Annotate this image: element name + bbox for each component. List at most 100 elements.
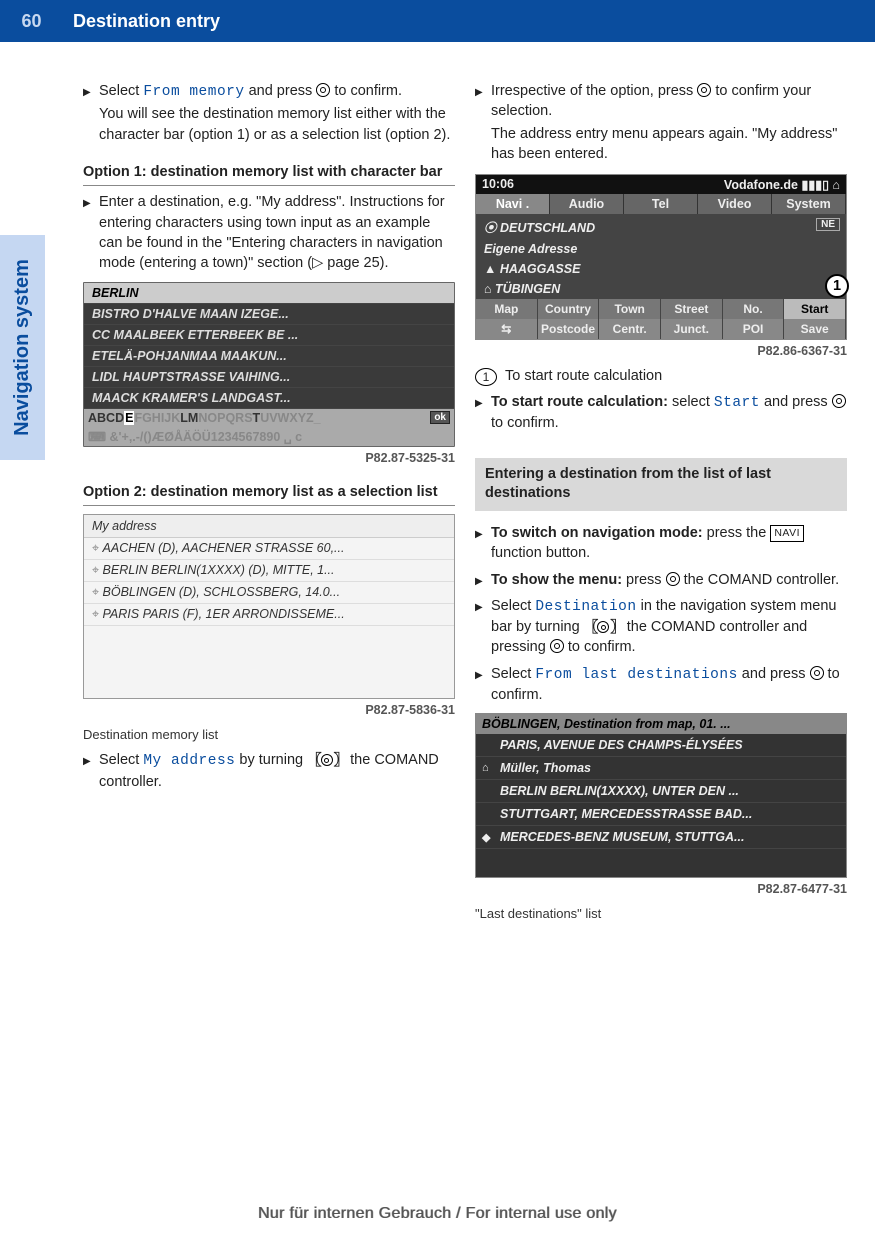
screenshot-address-entry-wrap: 10:06 Vodafone.de ▮▮▮▯ ⌂ Navi . Audio Te… bbox=[475, 174, 847, 340]
step: Select From last destinations and press … bbox=[475, 664, 847, 706]
content-columns: Select From memory and press to confirm.… bbox=[83, 76, 850, 929]
text: select bbox=[668, 394, 714, 410]
right-column: Irrespective of the option, press to con… bbox=[475, 76, 847, 929]
legend-number: 1 bbox=[475, 368, 497, 386]
list-header: My address bbox=[84, 515, 454, 538]
bot-btn: No. bbox=[723, 299, 785, 319]
tab: Navi . bbox=[476, 194, 550, 214]
bot-btn: Save bbox=[784, 319, 846, 339]
subheading-option2: Option 2: destination memory list as a s… bbox=[83, 483, 455, 507]
list-item: BERLIN BERLIN(1XXXX) (D), MITTE, 1... bbox=[84, 560, 454, 582]
left-column: Select From memory and press to confirm.… bbox=[83, 76, 455, 929]
text: Select bbox=[99, 752, 143, 768]
tab: System bbox=[772, 194, 846, 214]
bot-btn: Town bbox=[599, 299, 661, 319]
page-header: 60 Destination entry bbox=[0, 0, 875, 42]
character-bar-2: ⌨ &'+,.-/()ÆØÅÄÖÜ1234567890 ␣ c bbox=[84, 427, 454, 446]
press-icon bbox=[697, 83, 711, 97]
step-bold: To switch on navigation mode: bbox=[491, 525, 703, 541]
step: To show the menu: press the COMAND contr… bbox=[475, 570, 847, 590]
text: Irrespective of the option, press bbox=[491, 83, 697, 99]
step-arrow-icon bbox=[475, 523, 491, 564]
image-id: P82.87-6477-31 bbox=[475, 882, 847, 896]
bot-btn: Street bbox=[661, 299, 723, 319]
row-text: Müller, Thomas bbox=[500, 761, 591, 775]
step: Irrespective of the option, press to con… bbox=[475, 81, 847, 164]
row-text: PARIS, AVENUE DES CHAMPS-ÉLYSÉES bbox=[500, 738, 743, 752]
image-id: P82.87-5325-31 bbox=[83, 451, 455, 465]
step-body: Irrespective of the option, press to con… bbox=[491, 81, 847, 164]
image-id: P82.86-6367-31 bbox=[475, 344, 847, 358]
text: the COMAND controller. bbox=[680, 572, 840, 588]
addr-row: Eigene Adresse bbox=[476, 239, 846, 259]
list-header: BÖBLINGEN, Destination from map, 01. ... bbox=[476, 714, 846, 734]
cb-seg: FGHIJK bbox=[134, 411, 180, 425]
cb-seg: NOPQRS bbox=[198, 411, 252, 425]
step-body: To show the menu: press the COMAND contr… bbox=[491, 570, 847, 590]
list-item: ◆MERCEDES-BENZ MUSEUM, STUTTGA... bbox=[476, 826, 846, 849]
step-arrow-icon bbox=[83, 81, 99, 145]
list-item: PARIS, AVENUE DES CHAMPS-ÉLYSÉES bbox=[476, 734, 846, 757]
tab: Audio bbox=[550, 194, 624, 214]
step: Select My address by turning 〖〗 the COMA… bbox=[83, 750, 455, 792]
watermark: Nur für internen Gebrauch / For internal… bbox=[0, 1205, 875, 1223]
list-item: MAACK KRAMER'S LANDGAST... bbox=[84, 388, 454, 409]
step-arrow-icon bbox=[475, 81, 491, 164]
addr-row: ⦿ DEUTSCHLAND bbox=[476, 214, 846, 239]
callout-marker: 1 bbox=[825, 274, 849, 298]
press-icon bbox=[666, 572, 680, 586]
step-explain: The address entry menu appears again. "M… bbox=[491, 124, 847, 165]
ok-button: ok bbox=[430, 411, 450, 424]
press-icon bbox=[550, 639, 564, 653]
poi-icon: ◆ bbox=[482, 831, 490, 844]
list-item: PARIS PARIS (F), 1ER ARRONDISSEME... bbox=[84, 604, 454, 626]
press-icon bbox=[810, 666, 824, 680]
image-id: P82.87-5836-31 bbox=[83, 703, 455, 717]
bot-btn: Map bbox=[476, 299, 538, 319]
step-body: To start route calculation: select Start… bbox=[491, 392, 847, 434]
figure-caption: Destination memory list bbox=[83, 727, 455, 742]
page-number: 60 bbox=[0, 11, 63, 32]
screenshot-address-entry: 10:06 Vodafone.de ▮▮▮▯ ⌂ Navi . Audio Te… bbox=[475, 174, 847, 340]
figure-caption: "Last destinations" list bbox=[475, 906, 847, 921]
navi-button-icon: NAVI bbox=[770, 525, 804, 542]
press-icon bbox=[316, 83, 330, 97]
step: Select Destination in the navigation sys… bbox=[475, 596, 847, 658]
tab: Video bbox=[698, 194, 772, 214]
cb-seg: LM bbox=[180, 411, 198, 425]
menu-item-mono: My address bbox=[143, 753, 235, 769]
step: To switch on navigation mode: press the … bbox=[475, 523, 847, 564]
bot-btn: POI bbox=[723, 319, 785, 339]
text: to confirm. bbox=[564, 639, 636, 655]
step-body: To switch on navigation mode: press the … bbox=[491, 523, 847, 564]
text: and press bbox=[245, 83, 317, 99]
step: Select From memory and press to confirm.… bbox=[83, 81, 455, 145]
list-item: ⌂Müller, Thomas bbox=[476, 757, 846, 780]
menu-item-mono: Destination bbox=[535, 599, 636, 615]
text: function button. bbox=[491, 545, 590, 561]
step: Enter a destination, e.g. "My address". … bbox=[83, 192, 455, 273]
status-time: 10:06 bbox=[482, 177, 514, 192]
text: and press bbox=[760, 394, 832, 410]
status-signal: Vodafone.de ▮▮▮▯ ⌂ bbox=[724, 177, 840, 192]
step-arrow-icon bbox=[475, 664, 491, 706]
step-body: Select Destination in the navigation sys… bbox=[491, 596, 847, 658]
list-header: BERLIN bbox=[84, 283, 454, 304]
step-arrow-icon bbox=[83, 192, 99, 273]
addr-row: ⌂ TÜBINGEN bbox=[476, 279, 846, 299]
step-explain: You will see the destination memory list… bbox=[99, 104, 455, 145]
top-tabs: Navi . Audio Tel Video System bbox=[476, 194, 846, 214]
list-item: BERLIN BERLIN(1XXXX), UNTER DEN ... bbox=[476, 780, 846, 803]
step-arrow-icon bbox=[475, 392, 491, 434]
screenshot-last-dest: BÖBLINGEN, Destination from map, 01. ...… bbox=[475, 713, 847, 878]
bot-btn: Centr. bbox=[599, 319, 661, 339]
page: 60 Destination entry Navigation system S… bbox=[0, 0, 875, 1241]
list-item: BÖBLINGEN (D), SCHLOSSBERG, 14.0... bbox=[84, 582, 454, 604]
addr-row: ▲ HAAGGASSE bbox=[476, 259, 846, 279]
text: by turning bbox=[235, 752, 307, 768]
bot-btn: ⇆ bbox=[476, 319, 538, 339]
tab: Tel bbox=[624, 194, 698, 214]
text: press bbox=[622, 572, 666, 588]
row-text: BERLIN BERLIN(1XXXX), UNTER DEN ... bbox=[500, 784, 739, 798]
page-title: Destination entry bbox=[63, 11, 220, 32]
